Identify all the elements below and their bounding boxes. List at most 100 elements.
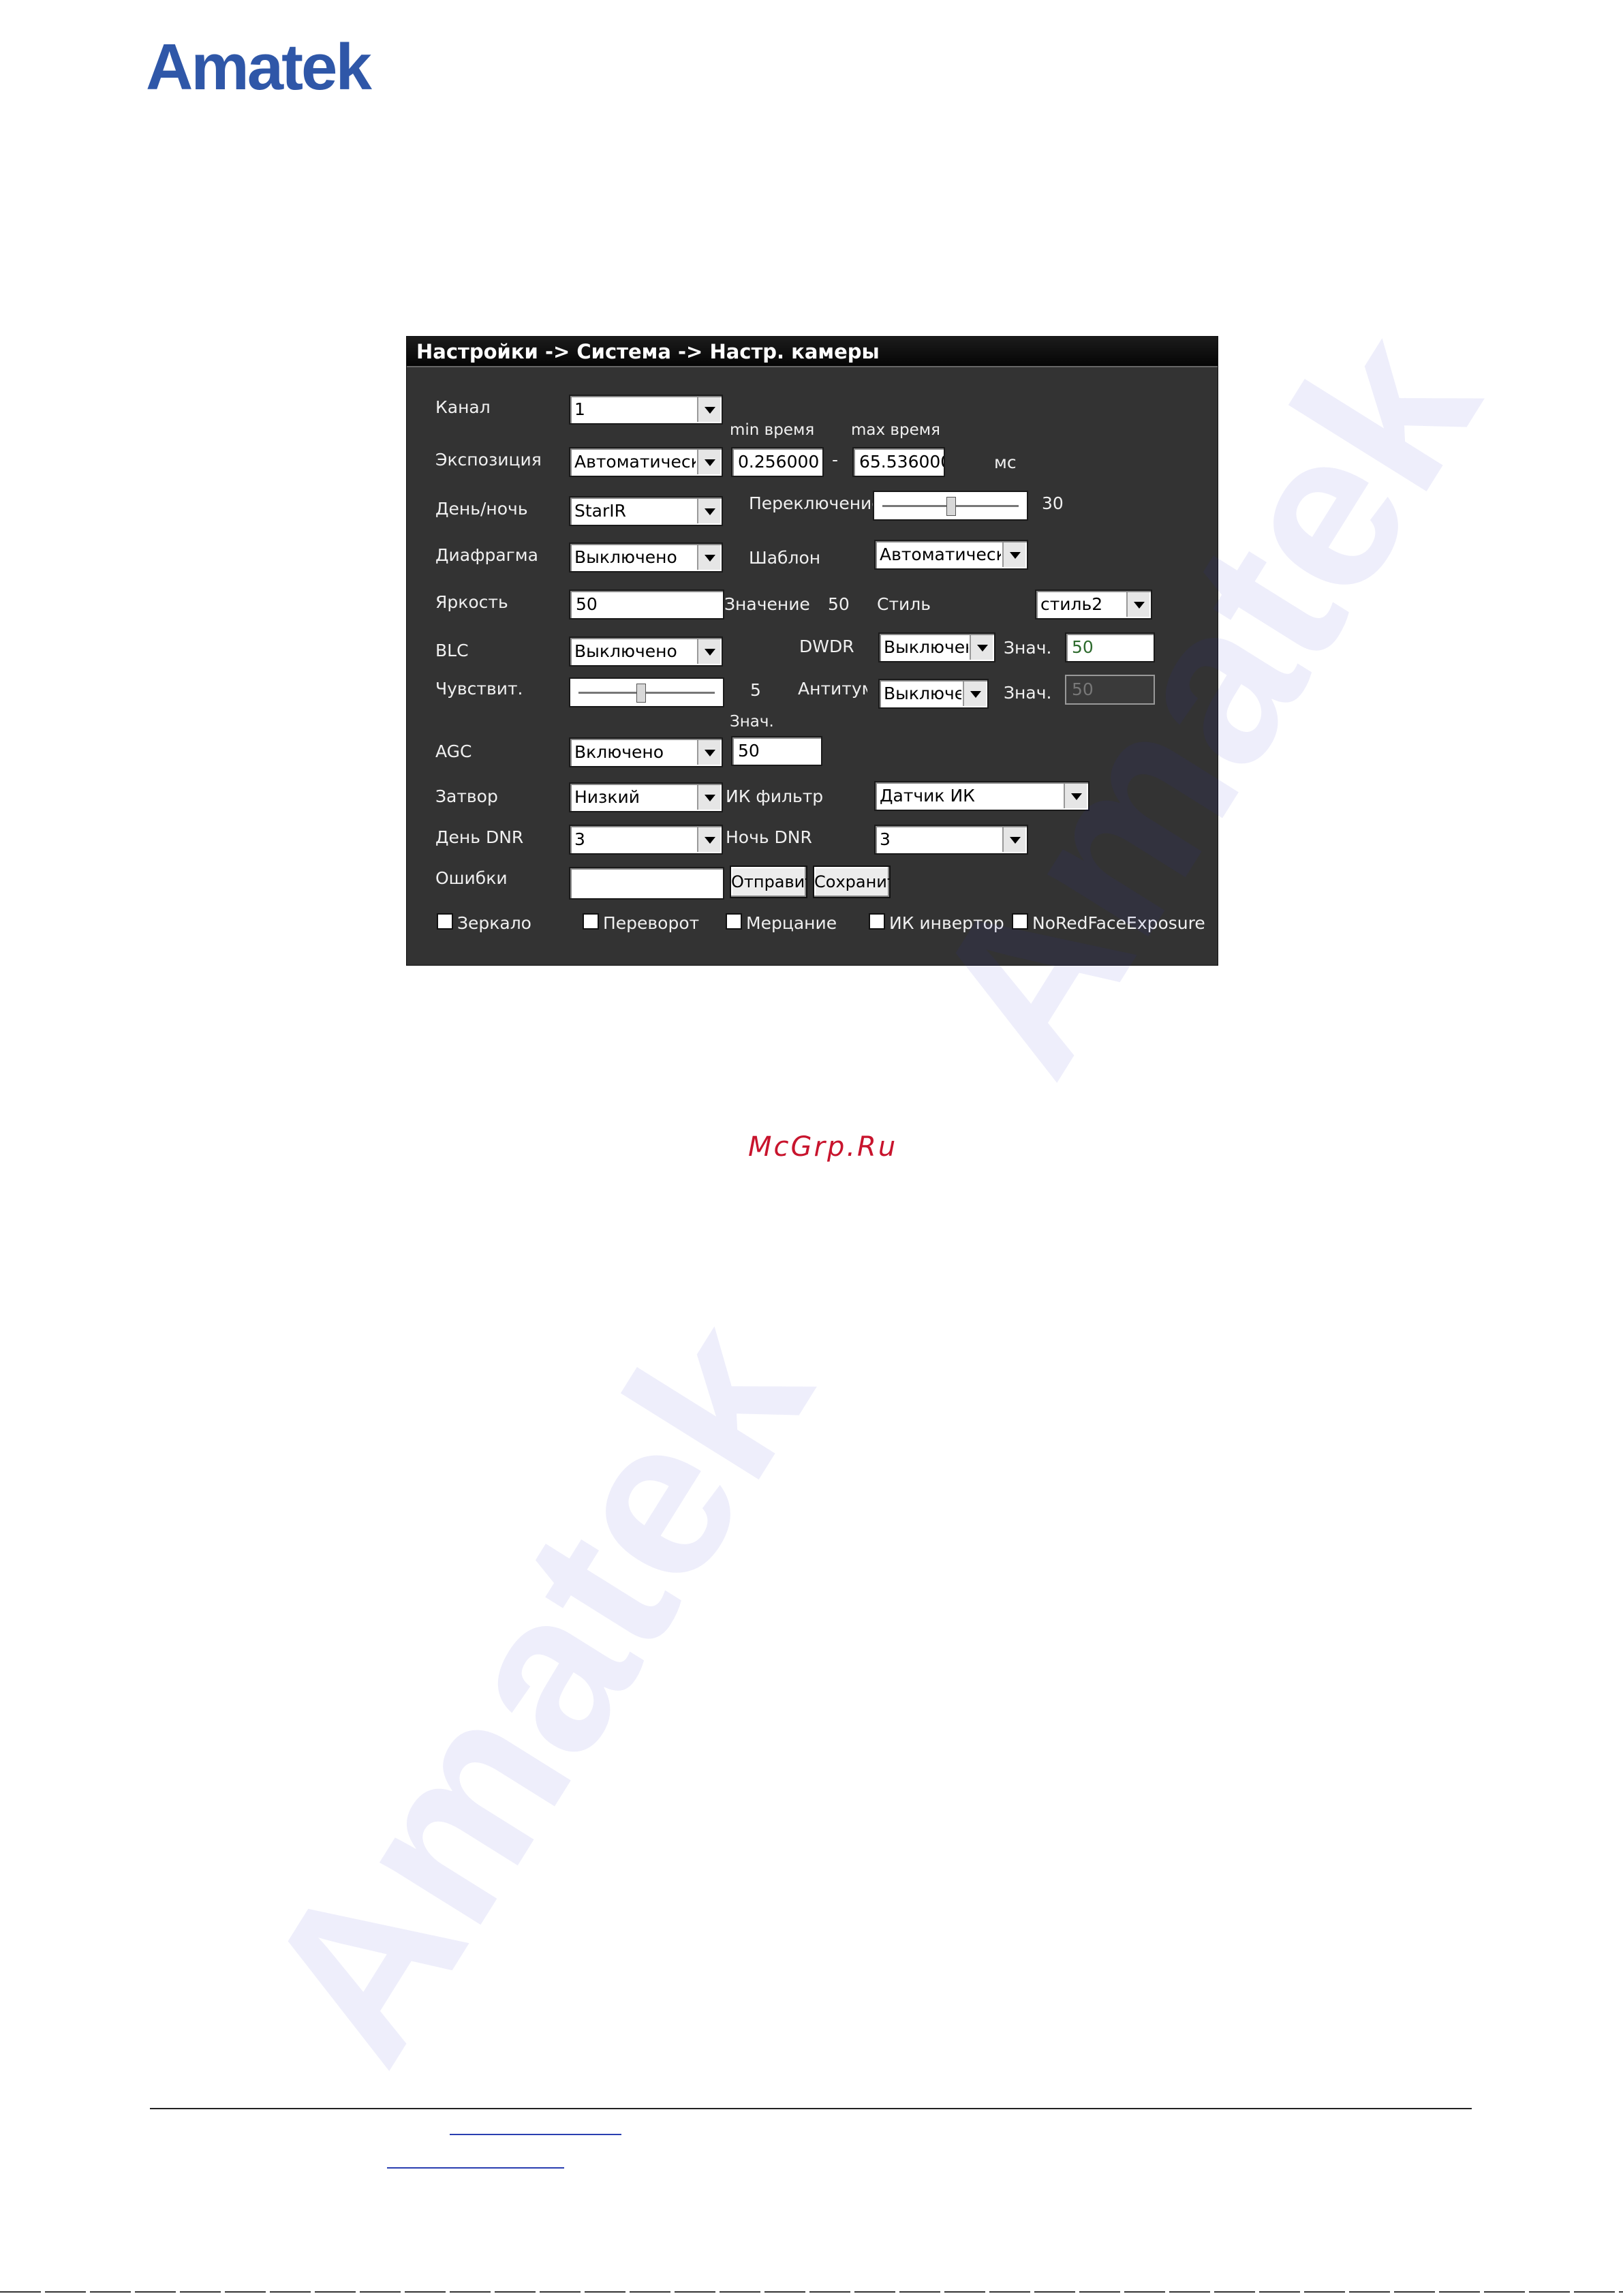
switch-slider[interactable] <box>873 491 1028 521</box>
ir-filter-select[interactable]: Датчик ИК <box>874 781 1089 811</box>
style-label: Стиль <box>877 594 931 614</box>
switch-value: 30 <box>1042 493 1064 513</box>
switch-label: Переключение <box>749 493 882 513</box>
antifog-value: Выключено <box>884 684 961 703</box>
chevron-down-icon[interactable] <box>697 740 720 765</box>
panel-title: Настройки -> Система -> Настр. камеры <box>407 337 1218 367</box>
chevron-down-icon[interactable] <box>697 450 720 474</box>
footer-link-underline[interactable] <box>387 2167 564 2169</box>
iris-select[interactable]: Выключено <box>569 542 723 572</box>
agc-value-input[interactable]: 50 <box>731 736 822 766</box>
mirror-checkbox[interactable] <box>437 913 453 930</box>
antifog-select[interactable]: Выключено <box>878 679 989 709</box>
chevron-down-icon[interactable] <box>697 827 720 852</box>
daynight-label: День/ночь <box>435 499 528 519</box>
agc-label: AGC <box>435 741 472 761</box>
noredface-checkbox[interactable] <box>1012 913 1028 930</box>
chevron-down-icon[interactable] <box>697 499 720 523</box>
sensitivity-label: Чувствит. <box>435 679 523 699</box>
site-caption: McGrp.Ru <box>748 1131 898 1163</box>
chevron-down-icon[interactable] <box>697 397 720 422</box>
daynight-select[interactable]: StarIR <box>569 496 723 526</box>
day-dnr-value: 3 <box>574 829 585 849</box>
ir-filter-value: Датчик ИК <box>880 786 975 806</box>
ms-unit-label: мс <box>994 453 1017 472</box>
noredface-label: NoRedFaceExposure <box>1032 913 1205 933</box>
chevron-down-icon[interactable] <box>1002 542 1025 567</box>
shutter-value: Низкий <box>574 787 640 807</box>
sensitivity-slider[interactable] <box>569 677 724 707</box>
chevron-down-icon[interactable] <box>1002 827 1025 852</box>
exposure-select[interactable]: Автоматически <box>569 447 723 477</box>
template-value: Автоматически <box>880 545 1001 564</box>
dwdr-label: DWDR <box>799 637 854 656</box>
day-dnr-select[interactable]: 3 <box>569 825 723 855</box>
antifog-label: Антитума <box>798 679 867 699</box>
shutter-select[interactable]: Низкий <box>569 782 723 812</box>
chevron-down-icon[interactable] <box>970 635 993 660</box>
agc-znach-label: Знач. <box>730 713 774 731</box>
send-button[interactable]: Отправить <box>730 866 807 898</box>
min-time-label: min время <box>730 421 815 439</box>
blc-select[interactable]: Выключено <box>569 637 723 667</box>
channel-select[interactable]: 1 <box>569 395 723 425</box>
chevron-down-icon[interactable] <box>697 639 720 664</box>
channel-label: Канал <box>435 397 491 417</box>
night-dnr-value: 3 <box>880 829 891 849</box>
dwdr-znach-label: Знач. <box>1004 638 1052 658</box>
daynight-value: StarIR <box>574 501 627 521</box>
footer-link-underline[interactable] <box>450 2134 621 2135</box>
ir-inverter-checkbox[interactable] <box>869 913 885 930</box>
night-dnr-label: Ночь DNR <box>726 827 812 847</box>
blc-label: BLC <box>435 641 469 660</box>
chevron-down-icon[interactable] <box>697 785 720 810</box>
antifog-znach-label: Знач. <box>1004 683 1052 703</box>
slider-thumb[interactable] <box>946 497 956 516</box>
footer-divider <box>150 2108 1472 2109</box>
agc-select[interactable]: Включено <box>569 737 723 767</box>
dwdr-select[interactable]: Выключено <box>878 632 995 662</box>
max-time-input[interactable]: 65.536000 <box>852 447 945 477</box>
blc-value: Выключено <box>574 641 677 661</box>
style-value: стиль2 <box>1040 594 1103 614</box>
amatek-logo: Amatek <box>146 31 372 104</box>
flip-checkbox[interactable] <box>583 913 599 930</box>
watermark: Amatek <box>213 1279 858 2102</box>
slider-track <box>578 692 715 694</box>
ir-filter-label: ИК фильтр <box>726 786 824 806</box>
mirror-label: Зеркало <box>457 913 531 933</box>
brightness-input[interactable]: 50 <box>569 590 724 619</box>
brightness-value: 50 <box>828 594 850 614</box>
brightness-label: Яркость <box>435 592 508 612</box>
day-dnr-label: День DNR <box>435 827 524 847</box>
chevron-down-icon[interactable] <box>697 545 720 570</box>
ir-inverter-label: ИК инвертор <box>889 913 1004 933</box>
slider-thumb[interactable] <box>636 684 646 703</box>
template-select[interactable]: Автоматически <box>874 540 1028 570</box>
errors-label: Ошибки <box>435 868 508 888</box>
camera-settings-panel: Настройки -> Система -> Настр. камеры Ка… <box>406 336 1218 966</box>
flicker-label: Мерцание <box>746 913 837 933</box>
value-label: Значение <box>724 594 810 614</box>
time-separator: - <box>832 450 839 470</box>
chevron-down-icon[interactable] <box>963 682 986 706</box>
antifog-value-input: 50 <box>1065 675 1155 705</box>
exposure-label: Экспозиция <box>435 450 542 470</box>
iris-value: Выключено <box>574 547 677 567</box>
flicker-checkbox[interactable] <box>726 913 742 930</box>
exposure-value: Автоматически <box>574 452 696 472</box>
channel-value: 1 <box>574 399 585 419</box>
min-time-input[interactable]: 0.256000 <box>731 447 824 477</box>
flip-label: Переворот <box>603 913 700 933</box>
iris-label: Диафрагма <box>435 545 538 565</box>
shutter-label: Затвор <box>435 786 498 806</box>
night-dnr-select[interactable]: 3 <box>874 825 1028 855</box>
chevron-down-icon[interactable] <box>1126 592 1149 617</box>
template-label: Шаблон <box>749 548 821 568</box>
save-button[interactable]: Сохранить <box>813 866 891 898</box>
style-select[interactable]: стиль2 <box>1035 590 1152 619</box>
chevron-down-icon[interactable] <box>1064 784 1087 808</box>
agc-value: Включено <box>574 742 664 762</box>
dwdr-value-input[interactable]: 50 <box>1065 632 1155 662</box>
errors-input[interactable] <box>569 867 724 900</box>
